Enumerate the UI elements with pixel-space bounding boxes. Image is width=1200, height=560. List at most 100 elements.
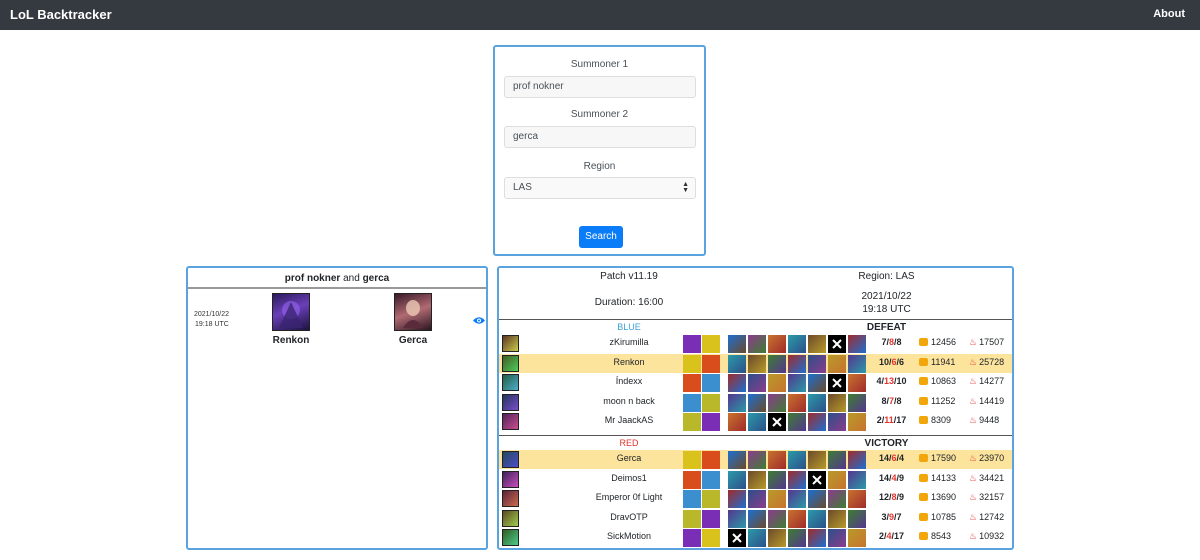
spell-icon	[683, 509, 701, 528]
item-icon	[768, 451, 786, 469]
player-row[interactable]: DravOTP 3/9/7 10785 ♨ 12742	[499, 509, 1012, 528]
item-icon	[768, 335, 786, 353]
deaths: 8	[888, 337, 894, 347]
player-name[interactable]: DravOTP	[559, 512, 699, 522]
damage-value: 23970	[979, 453, 1005, 463]
deaths: 7	[888, 395, 894, 406]
item-icon	[788, 335, 806, 353]
search-button[interactable]: Search	[579, 226, 623, 248]
item-icon	[828, 354, 846, 373]
player-row[interactable]: Mr JaackAS 2/11/17 8309 ♨ 9448	[499, 412, 1012, 431]
region-select[interactable]: LAS ▲ ▼	[504, 177, 696, 199]
spell-icon	[702, 529, 720, 547]
spell-icon	[683, 354, 701, 373]
item-icon	[748, 413, 766, 431]
player-name[interactable]: moon n back	[559, 396, 699, 406]
gold-earned: 11941	[919, 357, 955, 367]
kda-score: 14/4/9	[878, 472, 905, 483]
deaths: 4	[891, 472, 897, 483]
divider	[499, 435, 1012, 436]
gold-earned: 12456	[919, 337, 956, 347]
kda-score: 8/7/8	[881, 395, 902, 406]
item-icon	[808, 393, 826, 412]
kills: 8	[881, 395, 887, 406]
item-icon	[788, 374, 806, 392]
empty-slot-icon	[728, 529, 746, 547]
item-icon	[728, 393, 746, 412]
champion-icon	[502, 335, 519, 352]
item-icon	[808, 413, 826, 431]
gold-value: 11252	[931, 395, 956, 406]
item-icon	[848, 374, 866, 392]
player-name[interactable]: Renkon	[559, 357, 699, 367]
item-icon	[808, 529, 826, 547]
player-row[interactable]: Gerca 14/6/4 17590 ♨ 23970	[499, 450, 1012, 469]
kda-score: 3/9/7	[881, 511, 902, 522]
item-icon	[808, 451, 826, 469]
player-row[interactable]: Índexx 4/13/10 10863 ♨ 14277	[499, 373, 1012, 392]
item-icon	[788, 413, 806, 431]
item-icon	[748, 393, 766, 412]
eye-icon[interactable]	[473, 316, 485, 325]
empty-slot-icon	[828, 374, 846, 392]
player-row[interactable]: Renkon 10/6/6 11941 ♨ 25728	[499, 353, 1012, 373]
gold-value: 14133	[931, 472, 957, 483]
flame-icon: ♨	[969, 356, 978, 367]
damage-value: 17507	[979, 337, 1005, 347]
gold-coins-icon	[919, 473, 928, 482]
item-icon	[728, 490, 746, 508]
player-row[interactable]: SickMotion 2/4/17 8543 ♨ 10932	[499, 528, 1012, 547]
item-icon	[848, 354, 866, 373]
match-detail-panel: Patch v11.19 Region: LAS Duration: 16:00…	[497, 266, 1014, 550]
player-name[interactable]: Emperor 0f Light	[559, 492, 699, 502]
assists: 17	[896, 415, 907, 425]
kda-score: 12/8/9	[878, 492, 905, 502]
player-row[interactable]: moon n back 8/7/8 11252 ♨ 14419	[499, 393, 1012, 412]
gold-earned: 8543	[919, 531, 951, 541]
assists: 10	[896, 376, 907, 386]
flame-icon: ♨	[969, 337, 978, 347]
player-name[interactable]: Mr JaackAS	[559, 415, 699, 425]
item-icon	[728, 354, 746, 373]
item-icon	[788, 354, 806, 373]
region-label: Region	[583, 161, 616, 172]
item-icon	[748, 509, 766, 528]
player-name[interactable]: SickMotion	[559, 531, 699, 541]
champion-icon	[502, 413, 519, 430]
item-icon	[728, 451, 746, 469]
item-icon	[808, 509, 826, 528]
spell-icon	[702, 354, 720, 373]
kills: 3	[881, 511, 887, 522]
summoner2-input[interactable]: gerca	[504, 126, 696, 148]
player-row[interactable]: Emperor 0f Light 12/8/9 13690 ♨ 32157	[499, 489, 1012, 508]
item-icon	[728, 413, 746, 431]
flame-icon: ♨	[969, 511, 978, 522]
player-name[interactable]: Gerca	[559, 453, 699, 463]
gold-coins-icon	[919, 338, 928, 346]
spell-icon	[683, 451, 701, 469]
about-link[interactable]: About	[1153, 8, 1185, 20]
player-name[interactable]: Deimos1	[559, 473, 699, 483]
player-row[interactable]: Deimos1 14/4/9 14133 ♨ 34421	[499, 470, 1012, 489]
gold-value: 10785	[931, 511, 957, 522]
assists: 6	[899, 356, 905, 367]
summoner2-label: Summoner 2	[570, 109, 629, 120]
kills: 7	[881, 337, 887, 347]
item-icon	[848, 413, 866, 431]
damage-dealt: ♨ 25728	[969, 357, 1004, 368]
gold-value: 13690	[931, 492, 957, 502]
damage-dealt: ♨ 32157	[969, 492, 1004, 503]
player-name[interactable]: Índexx	[559, 376, 699, 386]
deaths: 11	[884, 415, 894, 425]
search-form: Summoner 1 prof nokner Summoner 2 gerca …	[493, 45, 706, 256]
assists: 17	[894, 531, 905, 541]
player-name[interactable]: zKirumilla	[559, 337, 699, 347]
item-icon	[828, 393, 846, 412]
player-row[interactable]: zKirumilla 7/8/8 12456 ♨ 17507	[499, 334, 1012, 353]
kda-score: 4/13/10	[876, 376, 907, 386]
summoner1-input[interactable]: prof nokner	[504, 76, 696, 98]
item-icon	[768, 393, 786, 412]
brand-logo[interactable]: LoL Backtracker	[10, 7, 112, 22]
kills: 14	[878, 472, 889, 483]
spell-icon	[702, 509, 720, 528]
